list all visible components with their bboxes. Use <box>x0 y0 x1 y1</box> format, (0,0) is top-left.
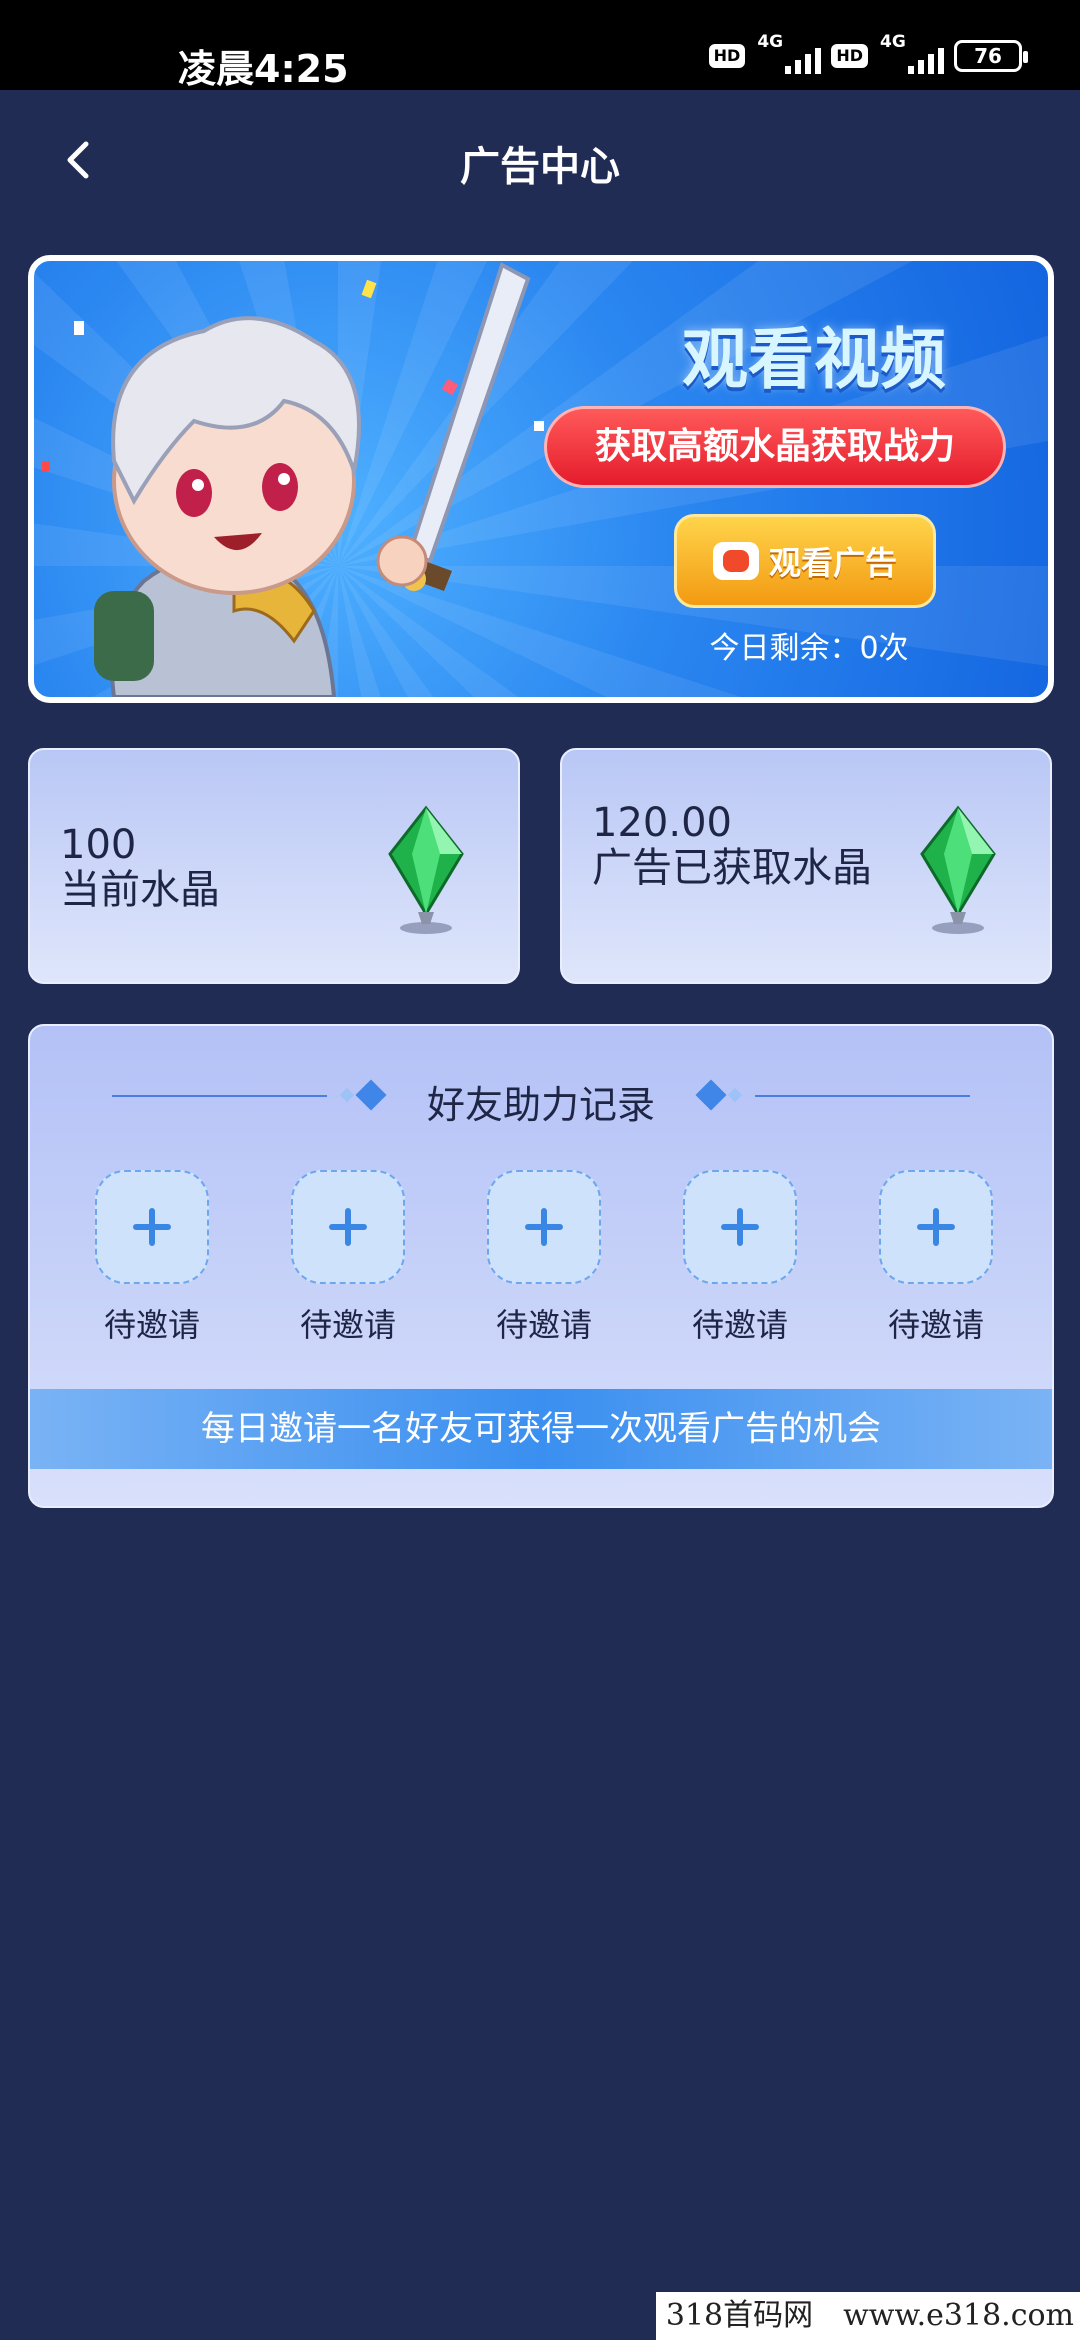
network-label-2: 4G <box>880 32 906 52</box>
signal-icon: 4G <box>755 32 822 74</box>
watch-ad-button[interactable]: 观看广告 <box>674 514 936 608</box>
ad-crystal-value: 120.00 <box>592 800 732 846</box>
page-title: 广告中心 <box>460 144 620 190</box>
current-crystal-card: 100 当前水晶 <box>28 748 520 984</box>
status-time: 凌晨4:25 <box>178 47 349 91</box>
plus-icon <box>721 1208 759 1246</box>
hero-character-illustration <box>42 262 544 697</box>
signal-icon-2: 4G <box>878 32 944 74</box>
invite-slot[interactable]: 待邀请 <box>290 1170 406 1346</box>
invite-slot[interactable]: 待邀请 <box>486 1170 602 1346</box>
invite-slot-box[interactable] <box>683 1170 797 1284</box>
status-icons: HD 4G HD 4G 76 <box>708 32 1028 74</box>
invite-slot[interactable]: 待邀请 <box>878 1170 994 1346</box>
invite-slots: 待邀请 待邀请 待邀请 待邀请 待邀请 <box>94 1170 994 1346</box>
invite-slot[interactable]: 待邀请 <box>682 1170 798 1346</box>
plus-icon <box>917 1208 955 1246</box>
invite-slot-box[interactable] <box>291 1170 405 1284</box>
invite-title: 好友助力记录 <box>426 1083 655 1127</box>
invite-slot-label: 待邀请 <box>299 1306 396 1344</box>
current-crystal-value: 100 <box>60 822 137 868</box>
invite-slot-label: 待邀请 <box>691 1306 788 1344</box>
invite-title-row: 好友助力记录 <box>30 1070 1052 1127</box>
invite-slot-box[interactable] <box>487 1170 601 1284</box>
banner-subtitle-pill: 获取高额水晶获取战力 <box>544 406 1006 488</box>
invite-slot-box[interactable] <box>95 1170 209 1284</box>
invite-slot-label: 待邀请 <box>103 1306 200 1344</box>
invite-slot[interactable]: 待邀请 <box>94 1170 210 1346</box>
invite-slot-box[interactable] <box>879 1170 993 1284</box>
header: 广告中心 <box>0 90 1080 230</box>
green-crystal-icon <box>388 805 464 934</box>
current-crystal-label: 当前水晶 <box>60 867 220 913</box>
friend-invite-panel: 好友助力记录 待邀请 待邀请 待邀请 待邀请 待邀请 每日邀请一名好友可获得一次… <box>28 1024 1054 1508</box>
battery-icon: 76 <box>954 40 1028 72</box>
banner-title: 观看视频 <box>682 321 946 398</box>
divider <box>755 1095 970 1097</box>
remaining-count: 今日剩余：0次 <box>709 631 909 666</box>
network-label: 4G <box>757 32 784 52</box>
hd-badge: HD <box>708 44 746 68</box>
green-crystal-icon <box>920 805 996 934</box>
promo-banner: 观看视频 获取高额水晶获取战力 观看广告 今日剩余：0次 <box>28 255 1054 703</box>
status-bar: 凌晨4:25 HD 4G HD 4G 76 <box>0 0 1080 91</box>
plus-icon <box>525 1208 563 1246</box>
invite-slot-label: 待邀请 <box>887 1306 984 1344</box>
invite-slot-label: 待邀请 <box>495 1306 592 1344</box>
hd-badge-2: HD <box>831 44 868 68</box>
invite-hint-banner: 每日邀请一名好友可获得一次观看广告的机会 <box>30 1389 1052 1469</box>
watch-ad-label: 观看广告 <box>768 544 897 582</box>
plus-icon <box>133 1208 171 1246</box>
watermark: 318首码网 www.e318.com <box>655 2292 1080 2340</box>
ad-crystal-label: 广告已获取水晶 <box>592 845 872 891</box>
video-play-icon <box>712 542 759 580</box>
ad-crystal-card: 120.00 广告已获取水晶 <box>560 748 1052 984</box>
plus-icon <box>329 1208 367 1246</box>
watermark-site-name: 318首码网 <box>665 2298 814 2333</box>
watermark-url: www.e318.com <box>843 2298 1074 2333</box>
